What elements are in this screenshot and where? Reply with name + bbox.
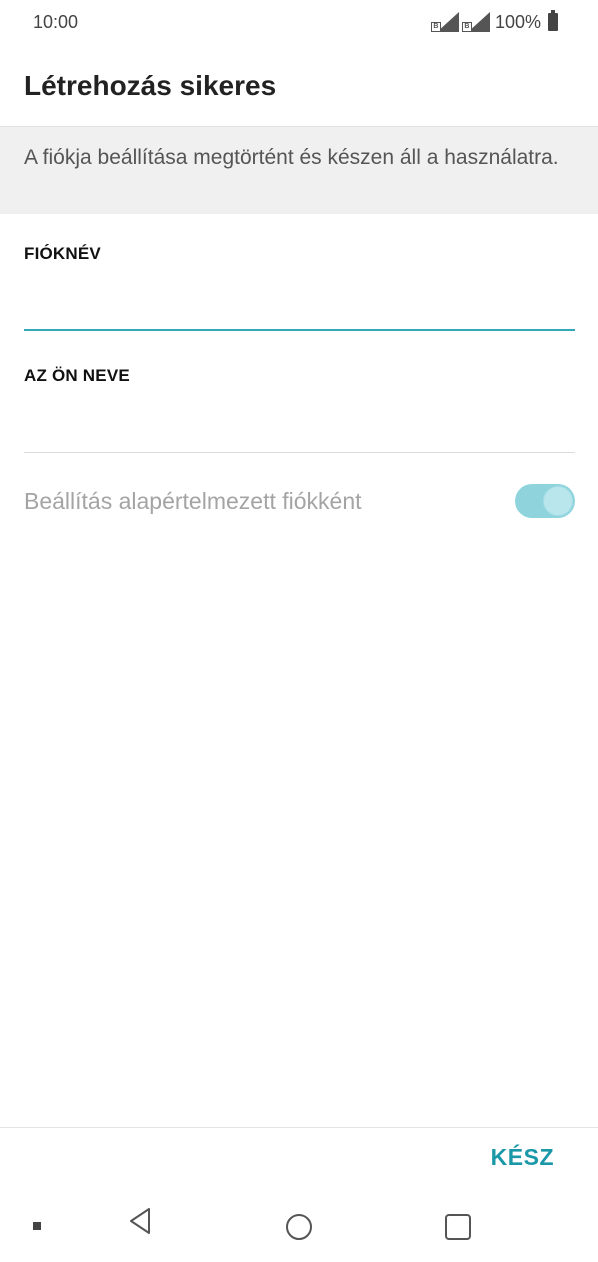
- your-name-input[interactable]: [24, 404, 575, 450]
- your-name-label: AZ ÖN NEVE: [24, 366, 130, 385]
- battery-icon: [548, 10, 558, 31]
- menu-dot-icon[interactable]: [33, 1222, 41, 1230]
- account-name-underline: [24, 329, 575, 331]
- status-bar: 10:00 B B 100%: [0, 0, 598, 48]
- default-account-row[interactable]: Beállítás alapértelmezett fiókként: [24, 478, 575, 524]
- page-title: Létrehozás sikeres: [24, 70, 277, 101]
- toggle-knob: [543, 486, 573, 516]
- default-account-label: Beállítás alapértelmezett fiókként: [24, 488, 362, 514]
- navigation-bar: [0, 1180, 598, 1262]
- recent-apps-icon[interactable]: [445, 1214, 471, 1240]
- back-icon[interactable]: [127, 1206, 153, 1236]
- signal-sim2-icon: B: [461, 12, 490, 32]
- default-account-toggle[interactable]: [515, 484, 575, 518]
- account-name-input[interactable]: [24, 282, 575, 328]
- account-name-label: FIÓKNÉV: [24, 244, 101, 263]
- info-banner-text: A fiókja beállítása megtörtént és készen…: [24, 146, 559, 169]
- done-button[interactable]: KÉSZ: [491, 1144, 554, 1171]
- battery-percent: 100%: [494, 11, 541, 32]
- info-banner: A fiókja beállítása megtörtént és készen…: [0, 126, 598, 214]
- home-icon[interactable]: [286, 1214, 312, 1240]
- bottom-divider: [0, 1127, 598, 1128]
- your-name-underline: [24, 452, 575, 453]
- status-icons: B B 100%: [430, 10, 558, 33]
- status-time: 10:00: [33, 12, 79, 32]
- sim1-label: B: [430, 22, 441, 32]
- sim2-label: B: [461, 22, 472, 32]
- signal-sim1-icon: B: [430, 12, 459, 32]
